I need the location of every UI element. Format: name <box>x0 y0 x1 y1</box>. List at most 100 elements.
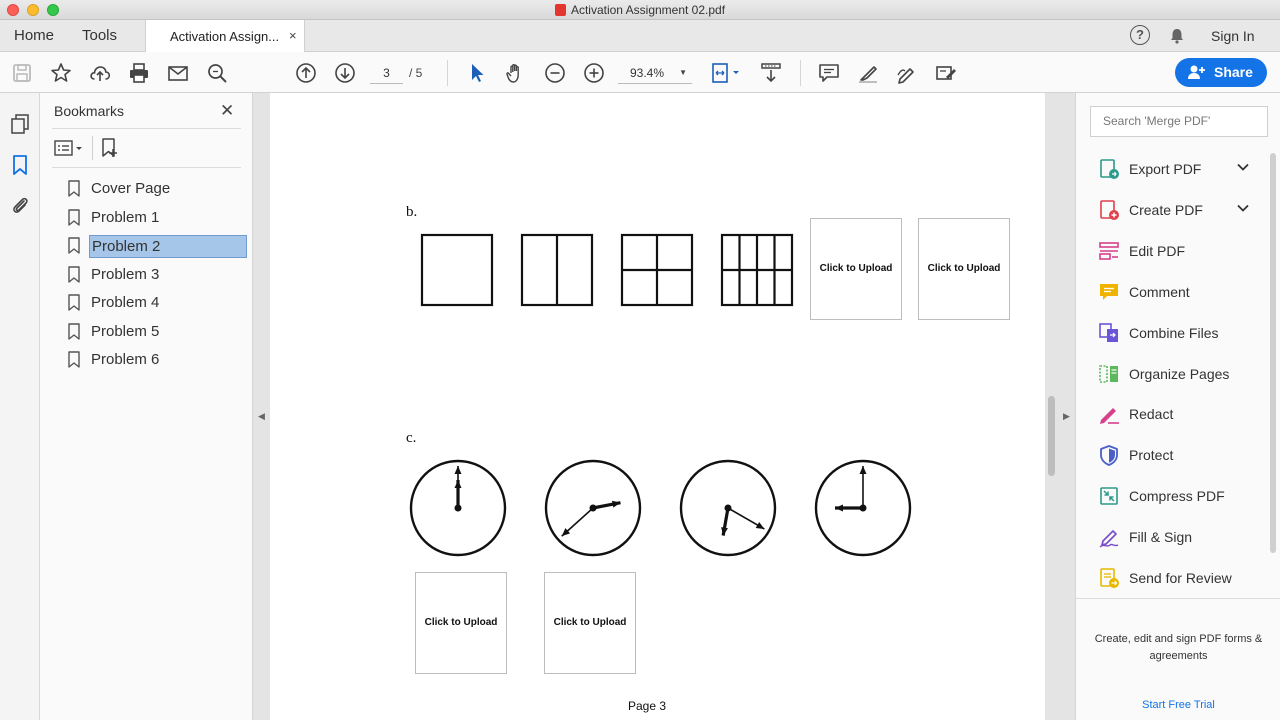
add-bookmark-icon[interactable] <box>100 138 120 158</box>
notifications-bell-icon[interactable] <box>1168 27 1186 45</box>
bookmark-label: Problem 3 <box>91 266 160 283</box>
comment-icon[interactable] <box>817 61 841 85</box>
bookmark-item-problem-6[interactable]: Problem 6 <box>68 348 247 372</box>
help-icon[interactable]: ? <box>1130 25 1150 45</box>
tool-label: Edit PDF <box>1129 242 1186 259</box>
bookmark-ribbon-icon <box>68 180 80 197</box>
redact-icon <box>1100 408 1119 425</box>
window-title: Activation Assignment 02.pdf <box>0 3 1280 17</box>
tool-item-protect[interactable]: Protect <box>1098 442 1258 468</box>
tool-label: Send for Review <box>1129 570 1232 586</box>
next-page-icon[interactable] <box>333 61 357 85</box>
left-rail <box>0 93 40 720</box>
window-titlebar: Activation Assignment 02.pdf <box>0 0 1280 20</box>
tool-label: Fill & Sign <box>1129 529 1193 546</box>
upload-field[interactable]: Click to Upload <box>415 572 507 674</box>
zoom-out-icon[interactable] <box>543 61 567 85</box>
comment-icon <box>1100 283 1118 300</box>
clock-center <box>859 504 867 512</box>
tools-scrollbar[interactable] <box>1270 153 1276 553</box>
bookmark-label: Cover Page <box>91 180 171 197</box>
tool-item-export-pdf[interactable]: Export PDF <box>1098 156 1258 182</box>
upload-field[interactable]: Click to Upload <box>544 572 636 674</box>
toolbar-divider <box>800 60 801 86</box>
clock-face <box>409 459 507 557</box>
tool-item-edit-pdf[interactable]: Edit PDF <box>1098 238 1258 264</box>
upload-field[interactable]: Click to Upload <box>918 218 1010 320</box>
tab-document[interactable]: Activation Assign... × <box>145 20 305 52</box>
tool-label: Combine Files <box>1129 324 1219 341</box>
zoom-level-select[interactable]: 93.4% ▼ <box>618 62 692 84</box>
tab-tools[interactable]: Tools <box>82 27 117 44</box>
upload-field[interactable]: Click to Upload <box>810 218 902 320</box>
tool-item-comment[interactable]: Comment <box>1098 279 1258 305</box>
share-button-label: Share <box>1214 64 1253 80</box>
chevron-down-icon[interactable] <box>1236 201 1250 215</box>
close-tab-button[interactable]: × <box>289 28 297 43</box>
redact-tool-icon[interactable] <box>934 61 958 85</box>
attachments-icon[interactable] <box>10 194 30 216</box>
hand-tool-icon[interactable] <box>504 61 528 85</box>
bookmark-item-problem-5[interactable]: Problem 5 <box>68 320 247 344</box>
square-quarters <box>620 233 694 307</box>
sign-in-link[interactable]: Sign In <box>1211 28 1255 44</box>
page-number-input[interactable] <box>370 62 403 84</box>
tool-label: Compress PDF <box>1129 488 1225 505</box>
panel-divider <box>1076 598 1280 599</box>
fit-page-icon[interactable] <box>710 61 742 85</box>
bookmark-ribbon-icon <box>68 266 80 283</box>
combine-files-icon <box>1099 322 1118 342</box>
page-footer: Page 3 <box>628 699 667 713</box>
tab-home[interactable]: Home <box>14 27 54 44</box>
square-whole <box>420 233 494 307</box>
sign-pen-icon[interactable] <box>895 61 919 85</box>
star-icon[interactable] <box>49 61 73 85</box>
zoom-in-icon[interactable] <box>582 61 606 85</box>
fill-sign-icon <box>1099 530 1119 548</box>
bookmark-options-icon[interactable] <box>54 139 86 157</box>
tool-label: Protect <box>1129 447 1174 464</box>
collapse-right-panel-icon[interactable]: ▶ <box>1063 411 1070 422</box>
tool-item-fill-sign[interactable]: Fill & Sign <box>1098 524 1258 550</box>
tool-item-create-pdf[interactable]: Create PDF <box>1098 197 1258 223</box>
previous-page-icon[interactable] <box>294 61 318 85</box>
bookmark-label: Problem 1 <box>91 209 160 226</box>
clock-face <box>814 459 912 557</box>
tools-panel: Search 'Merge PDF' Export PDF Create PDF E… <box>1075 93 1280 720</box>
share-button[interactable]: Share <box>1175 58 1267 87</box>
question-label-c: c. <box>406 430 417 446</box>
chevron-down-icon[interactable] <box>1236 160 1250 174</box>
bookmark-item-problem-1[interactable]: Problem 1 <box>68 206 247 230</box>
upload-cloud-icon[interactable] <box>88 61 112 85</box>
tool-item-organize-pages[interactable]: Organize Pages <box>1098 361 1258 387</box>
bookmarks-icon[interactable] <box>10 154 30 176</box>
document-scrollbar[interactable] <box>1048 396 1055 476</box>
select-cursor-icon[interactable] <box>465 61 489 85</box>
bookmark-label: Problem 6 <box>91 351 160 368</box>
close-panel-button[interactable]: ✕ <box>220 101 234 121</box>
tool-label: Redact <box>1129 406 1174 423</box>
clock-face <box>679 459 777 557</box>
bookmark-ribbon-icon <box>68 323 80 340</box>
chevron-down-icon: ▼ <box>679 68 687 77</box>
print-icon[interactable] <box>127 61 151 85</box>
bookmark-item-problem-2[interactable]: Problem 2 <box>68 234 247 258</box>
bookmark-item-problem-3[interactable]: Problem 3 <box>68 263 247 287</box>
bookmark-item-cover-page[interactable]: Cover Page <box>68 177 247 201</box>
search-icon[interactable] <box>205 61 229 85</box>
tool-item-redact[interactable]: Redact <box>1098 401 1258 427</box>
toolbar-divider <box>447 60 448 86</box>
tools-search-input[interactable]: Search 'Merge PDF' <box>1090 106 1268 137</box>
collapse-left-panel-icon[interactable]: ◀ <box>258 411 265 422</box>
tool-item-send-for-review[interactable]: Send for Review <box>1098 565 1258 591</box>
page-thumbnails-icon[interactable] <box>10 113 30 135</box>
save-icon[interactable] <box>10 61 34 85</box>
highlight-pen-icon[interactable] <box>856 61 880 85</box>
tool-item-compress-pdf[interactable]: Compress PDF <box>1098 483 1258 509</box>
email-icon[interactable] <box>166 61 190 85</box>
bookmark-item-problem-4[interactable]: Problem 4 <box>68 291 247 315</box>
tool-item-combine-files[interactable]: Combine Files <box>1098 320 1258 346</box>
start-free-trial-link[interactable]: Start Free Trial <box>1076 699 1280 711</box>
scroll-mode-icon[interactable] <box>759 61 783 85</box>
square-eighths <box>720 233 794 307</box>
